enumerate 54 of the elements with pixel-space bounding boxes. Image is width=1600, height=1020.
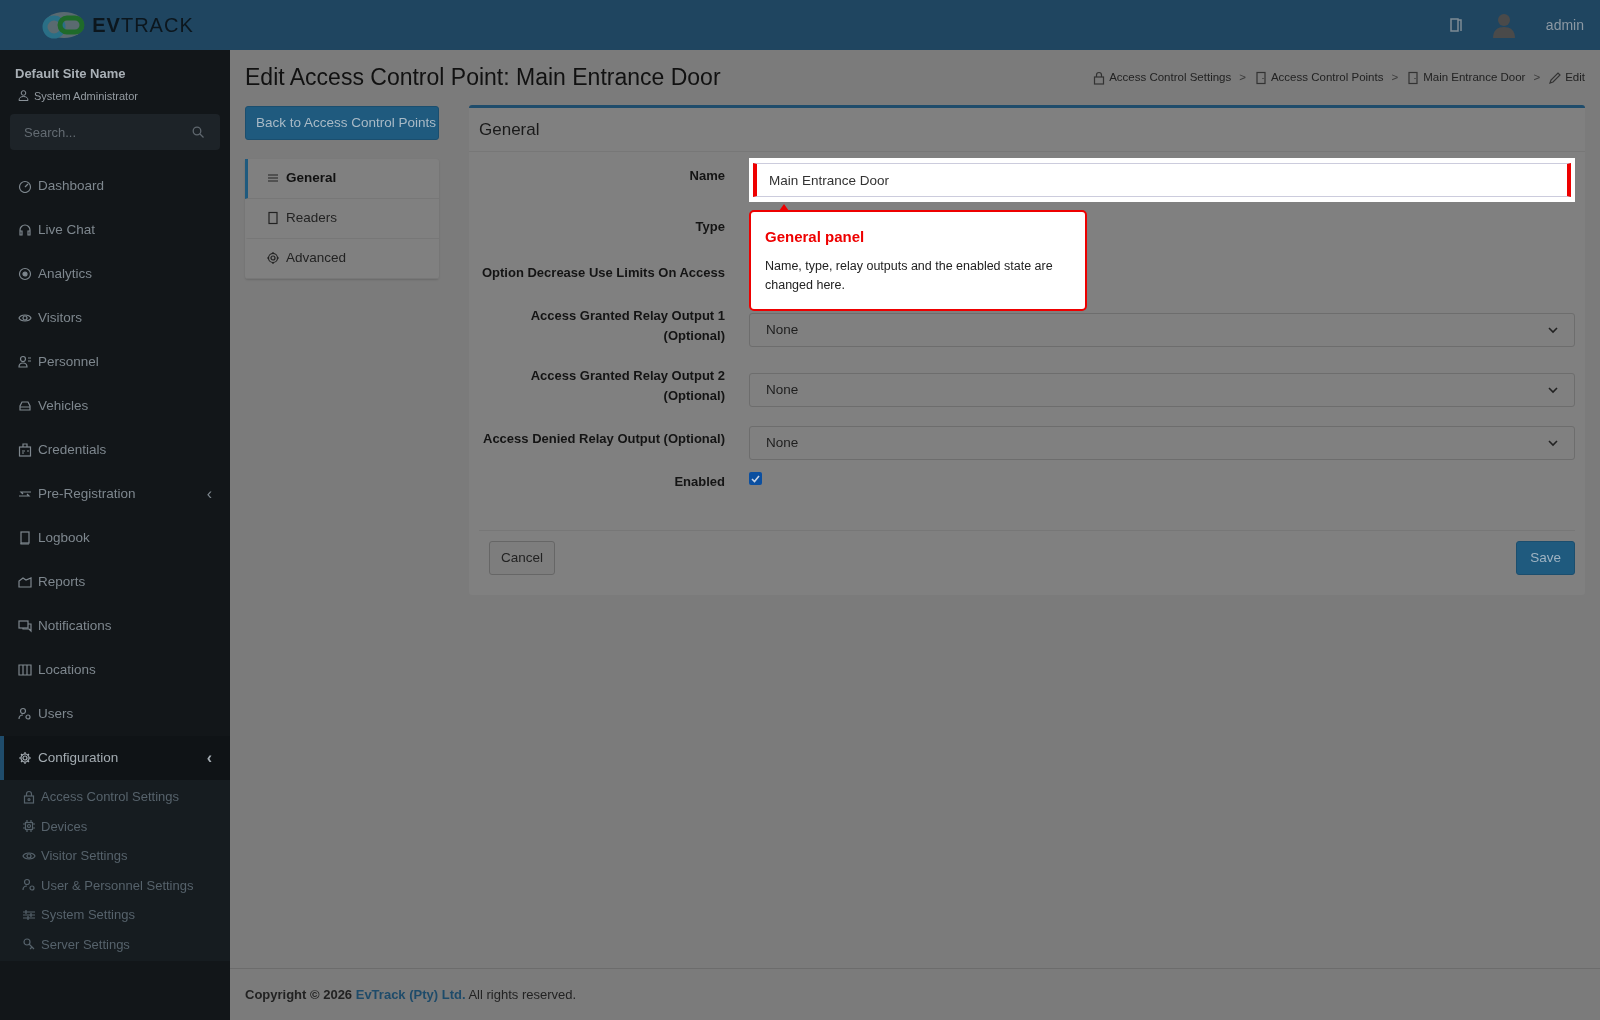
search-field[interactable]: Search... bbox=[10, 114, 220, 150]
tab[interactable]: Advanced bbox=[245, 238, 439, 279]
select-field[interactable]: None bbox=[749, 373, 1575, 408]
copyright-text: Copyright © 2026 EvTrack (Pty) Ltd. All rights reserved. bbox=[245, 985, 577, 1004]
breadcrumb-separator: > bbox=[1391, 70, 1399, 86]
sidebar-item[interactable]: Pre-Registration ‹ bbox=[0, 472, 230, 516]
sidebar-item[interactable]: Visitors bbox=[0, 296, 230, 340]
submenu-item[interactable]: Server Settings bbox=[0, 929, 230, 959]
sidebar-item[interactable]: Logbook bbox=[0, 516, 230, 560]
input-field[interactable]: Main Entrance Door bbox=[753, 163, 1571, 198]
breadcrumb-link[interactable]: Edit bbox=[1548, 69, 1585, 87]
field-label: Access Denied Relay Output (Optional) bbox=[482, 430, 726, 449]
sidebar-item[interactable]: Analytics bbox=[0, 252, 230, 296]
submenu-item[interactable]: Visitor Settings bbox=[0, 841, 230, 871]
user-name[interactable]: admin bbox=[1545, 14, 1584, 36]
tab[interactable]: Readers bbox=[245, 198, 439, 239]
field-label: Name bbox=[688, 167, 726, 186]
breadcrumb-link[interactable]: Main Entrance Door bbox=[1406, 69, 1526, 87]
breadcrumb-link[interactable]: Access Control Settings bbox=[1092, 69, 1232, 87]
save-button[interactable]: Save bbox=[1516, 541, 1575, 576]
field-label: Type bbox=[694, 218, 726, 237]
sidebar-item[interactable]: Vehicles bbox=[0, 384, 230, 428]
select-field[interactable]: None bbox=[749, 426, 1575, 461]
sidebar-item[interactable]: Notifications bbox=[0, 604, 230, 648]
company-link[interactable]: EvTrack (Pty) Ltd. bbox=[355, 986, 466, 1002]
breadcrumb-separator: > bbox=[1533, 70, 1541, 86]
submenu-item[interactable]: System Settings bbox=[0, 900, 230, 930]
logo-text: EVTRACK bbox=[92, 13, 194, 38]
user-role: System Administrator bbox=[34, 88, 138, 104]
sidebar-item[interactable]: Personnel bbox=[0, 340, 230, 384]
field-label: Access Granted Relay Output 1 (Optional) bbox=[529, 307, 726, 346]
submenu-item[interactable]: Devices bbox=[0, 811, 230, 841]
sidebar-item[interactable]: Reports bbox=[0, 560, 230, 604]
field-label: Access Granted Relay Output 2 (Optional) bbox=[529, 367, 726, 406]
popover-title: General panel bbox=[765, 227, 866, 248]
sidebar-item[interactable]: Locations bbox=[0, 648, 230, 692]
popover-text: Name, type, relay outputs and the enabled state are changed here. bbox=[765, 257, 1054, 294]
submenu-item[interactable]: User & Personnel Settings bbox=[0, 870, 230, 900]
field-label: Enabled bbox=[673, 473, 726, 492]
back-button[interactable]: Back to Access Control Points bbox=[245, 105, 439, 140]
breadcrumb-separator: > bbox=[1239, 70, 1246, 86]
field-label: Option Decrease Use Limits On Access bbox=[481, 264, 726, 283]
cancel-button[interactable]: Cancel bbox=[489, 541, 556, 576]
site-name: Default Site Name bbox=[14, 65, 127, 83]
submenu-item[interactable]: Access Control Settings bbox=[0, 782, 230, 812]
sidebar-item[interactable]: Users bbox=[0, 692, 230, 736]
sidebar-item[interactable]: Dashboard bbox=[0, 164, 230, 208]
sidebar-item[interactable]: Live Chat bbox=[0, 208, 230, 252]
select-field[interactable]: None bbox=[749, 313, 1575, 348]
card-title: General bbox=[469, 107, 1585, 153]
tab[interactable]: General bbox=[245, 158, 439, 199]
sidebar-item[interactable]: Credentials bbox=[0, 428, 230, 472]
breadcrumb-link[interactable]: Access Control Points bbox=[1253, 69, 1384, 87]
page-title: Edit Access Control Point: Main Entrance Door bbox=[245, 64, 721, 92]
